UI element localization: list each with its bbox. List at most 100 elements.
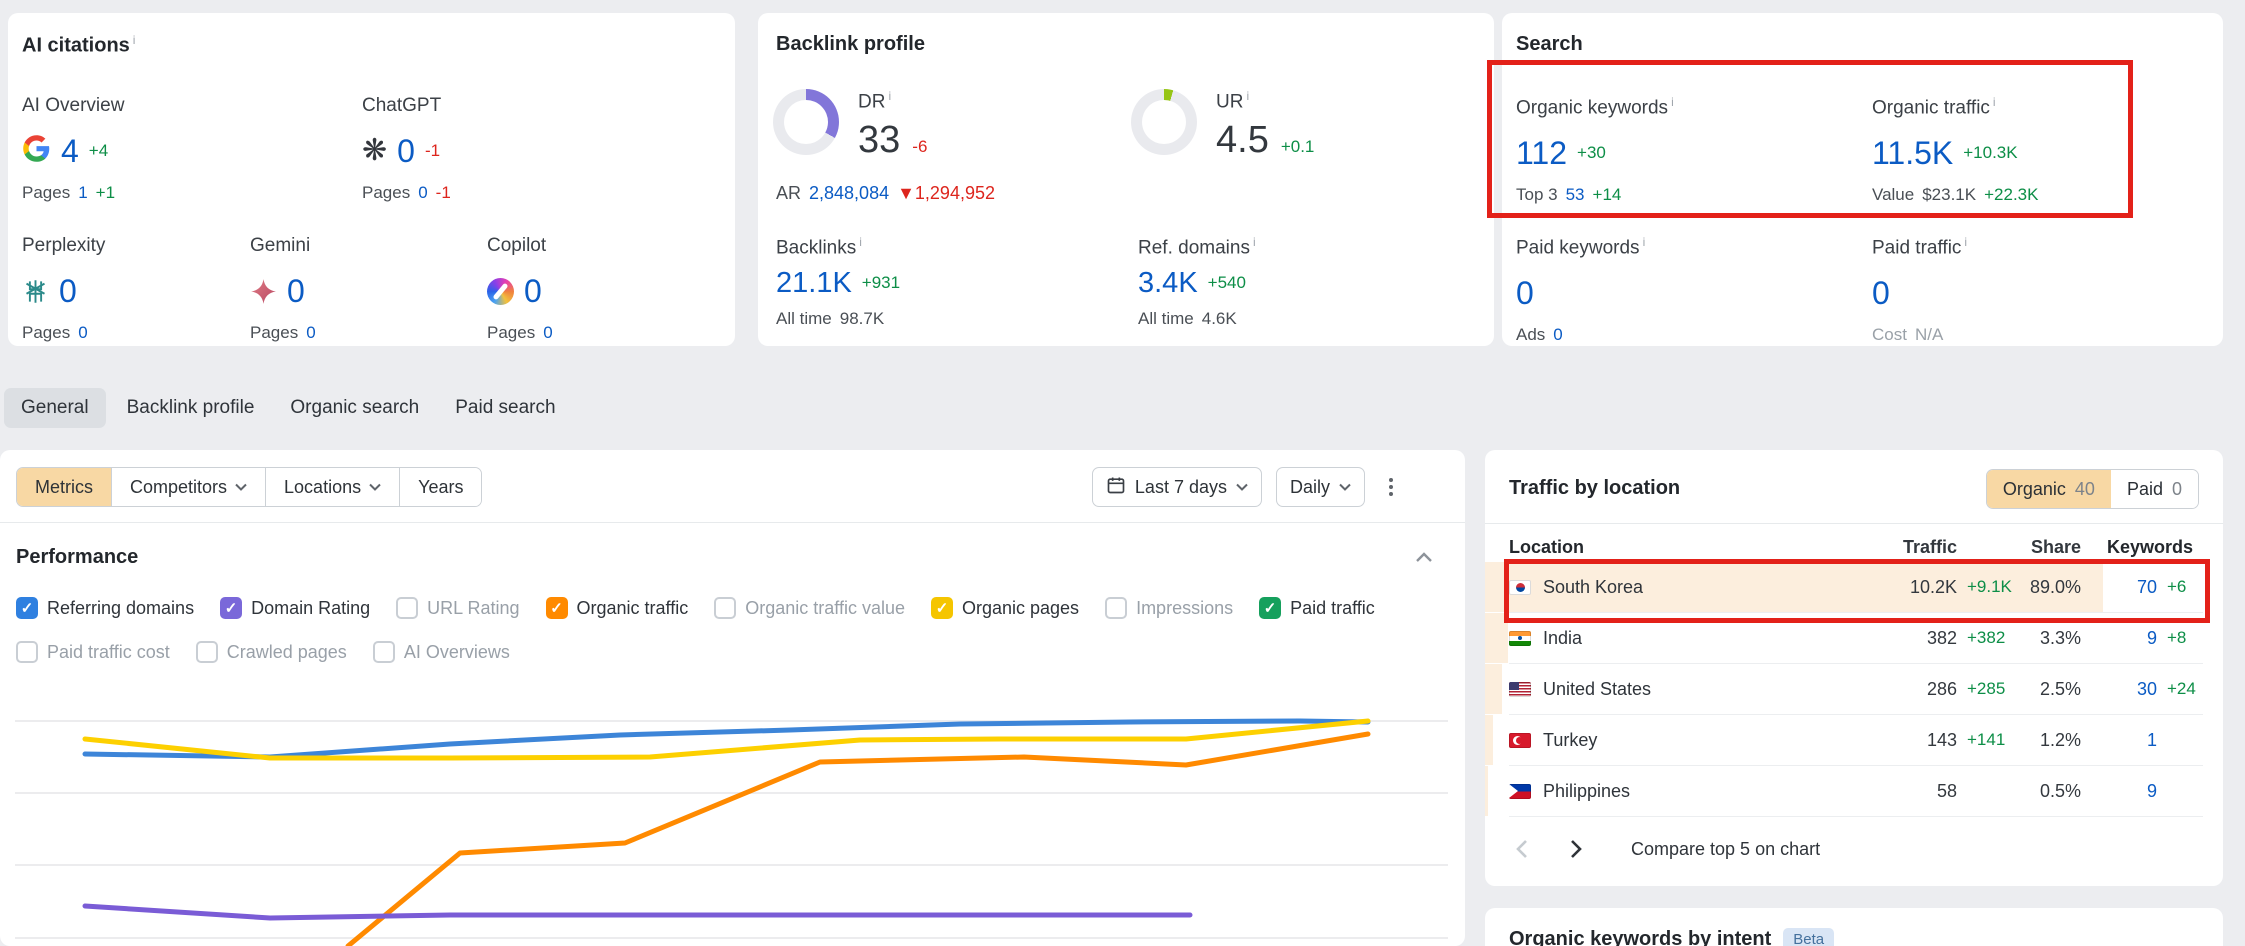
checkbox-crawled-pages[interactable]: Crawled pages [196, 641, 347, 663]
table-row-philippines[interactable]: Philippines 58 0.5% 9 [1509, 766, 2203, 817]
location-table-header: Location Traffic Share Keywords [1509, 532, 2203, 562]
chevron-down-icon [369, 483, 381, 491]
info-icon[interactable]: i [1671, 95, 1674, 109]
more-options-kebab-icon[interactable] [1379, 472, 1403, 502]
checkbox-icon [16, 641, 38, 663]
traffic-by-location-panel: Traffic by location Organic40 Paid0 Loca… [1485, 450, 2223, 886]
checkbox-icon [196, 641, 218, 663]
metrics-button[interactable]: Metrics [17, 468, 112, 506]
tab-general[interactable]: General [4, 388, 106, 428]
metric-checkbox-list: Referring domains Domain Rating URL Rati… [16, 586, 1375, 674]
metric-backlinks: Backlinksi 21.1K+931 All time98.7K [776, 235, 900, 329]
ur-metric: URi 4.5+0.1 [1216, 89, 1314, 162]
chatgpt-icon: ❋ [362, 136, 387, 166]
next-page-chevron-right-icon[interactable] [1564, 833, 1589, 865]
paid-keywords-value[interactable]: 0 [1516, 275, 1534, 312]
ur-gauge [1131, 89, 1197, 155]
organic-keywords-by-intent-panel: Organic keywords by intent Beta [1485, 908, 2223, 946]
divider [1485, 523, 2223, 524]
organic-traffic-value[interactable]: 11.5K [1872, 135, 1953, 172]
table-row-india[interactable]: India 382 +382 3.3% 9 +8 [1509, 613, 2203, 664]
paid-traffic-value[interactable]: 0 [1872, 275, 1890, 312]
ref-domains-value[interactable]: 3.4K [1138, 267, 1198, 300]
prev-page-chevron-left-icon[interactable] [1509, 833, 1534, 865]
ahrefs-rank-drop: ▼1,294,952 [897, 183, 995, 204]
metric-perplexity: Perplexity 0 Pages0 [22, 235, 105, 343]
backlink-profile-card: Backlink profile DRi 33-6 AR 2,848,084 ▼… [758, 13, 1494, 346]
checkbox-organic-traffic[interactable]: Organic traffic [546, 597, 689, 619]
organic-paid-toggle: Organic40 Paid0 [1986, 469, 2199, 509]
calendar-icon [1106, 475, 1126, 500]
granularity-dropdown[interactable]: Daily [1276, 467, 1365, 507]
info-icon[interactable]: i [859, 235, 862, 249]
competitors-dropdown[interactable]: Competitors [112, 468, 266, 506]
ahrefs-rank-row: AR 2,848,084 ▼1,294,952 [776, 183, 995, 204]
organic-keywords-value[interactable]: 112 [1516, 135, 1567, 172]
checkbox-icon [373, 641, 395, 663]
search-title: Search [1516, 33, 1583, 56]
info-icon[interactable]: i [888, 89, 891, 103]
traffic-by-location-title: Traffic by location [1509, 477, 1680, 500]
checkbox-referring-domains[interactable]: Referring domains [16, 597, 194, 619]
tab-paid-search[interactable]: Paid search [440, 388, 570, 428]
table-row-turkey[interactable]: Turkey 143 +141 1.2% 1 [1509, 715, 2203, 766]
collapse-chevron-up-icon[interactable] [1415, 550, 1433, 568]
chart-toolbar: Metrics Competitors Locations Years Last… [0, 450, 1465, 523]
toggle-paid[interactable]: Paid0 [2111, 470, 2198, 508]
checkbox-organic-pages[interactable]: Organic pages [931, 597, 1079, 619]
perplexity-value[interactable]: 0 [59, 273, 77, 310]
checkbox-icon [16, 597, 38, 619]
info-icon[interactable]: i [1253, 235, 1256, 249]
overview-tabs: General Backlink profile Organic search … [4, 388, 571, 428]
years-button[interactable]: Years [400, 468, 481, 506]
tab-backlink-profile[interactable]: Backlink profile [112, 388, 270, 428]
info-icon[interactable]: i [1643, 235, 1646, 249]
search-card: Search Organic keywordsi 112+30 Top 353+… [1502, 13, 2223, 346]
info-icon[interactable]: i [133, 33, 136, 47]
checkbox-paid-traffic-cost[interactable]: Paid traffic cost [16, 641, 170, 663]
compare-top5-link[interactable]: Compare top 5 on chart [1631, 839, 1820, 860]
share-bar [1485, 715, 1493, 765]
info-icon[interactable]: i [1993, 95, 1996, 109]
metric-paid-traffic: Paid traffici 0 CostN/A [1872, 235, 1967, 345]
chatgpt-value[interactable]: 0 [397, 133, 415, 170]
intent-panel-title: Organic keywords by intent Beta [1509, 928, 1834, 946]
metric-ref-domains: Ref. domainsi 3.4K+540 All time4.6K [1138, 235, 1256, 329]
checkbox-ai-overviews[interactable]: AI Overviews [373, 641, 510, 663]
copilot-value[interactable]: 0 [524, 273, 542, 310]
ahrefs-rank-value[interactable]: 2,848,084 [809, 183, 889, 204]
flag-turkey-icon [1509, 733, 1531, 748]
location-pagination: Compare top 5 on chart [1509, 824, 1820, 874]
ai-overview-diff: +4 [89, 141, 108, 161]
locations-dropdown[interactable]: Locations [266, 468, 400, 506]
backlinks-value[interactable]: 21.1K [776, 267, 852, 300]
checkbox-domain-rating[interactable]: Domain Rating [220, 597, 370, 619]
metric-chatgpt: ChatGPT ❋ 0 -1 Pages0-1 [362, 95, 451, 203]
flag-united-states-icon [1509, 682, 1531, 697]
google-icon [22, 134, 51, 168]
checkbox-icon [1259, 597, 1281, 619]
toggle-organic[interactable]: Organic40 [1987, 470, 2111, 508]
metric-organic-traffic: Organic traffici 11.5K+10.3K Value$23.1K… [1872, 95, 2038, 205]
checkbox-impressions[interactable]: Impressions [1105, 597, 1233, 619]
table-row-united-states[interactable]: United States 286 +285 2.5% 30 +24 [1509, 664, 2203, 715]
info-icon[interactable]: i [1246, 89, 1249, 103]
performance-panel: Metrics Competitors Locations Years Last… [0, 450, 1465, 946]
share-bar [1485, 664, 1502, 714]
date-range-dropdown[interactable]: Last 7 days [1092, 467, 1262, 507]
dr-metric: DRi 33-6 [858, 89, 927, 162]
info-icon[interactable]: i [1964, 235, 1967, 249]
location-table: South Korea 10.2K +9.1K 89.0% 70 +6 Indi… [1485, 562, 2223, 817]
checkbox-paid-traffic[interactable]: Paid traffic [1259, 597, 1375, 619]
chart-settings-group: Metrics Competitors Locations Years [16, 467, 482, 507]
ai-overview-value[interactable]: 4 [61, 133, 79, 170]
gemini-value[interactable]: 0 [287, 273, 305, 310]
performance-line-chart[interactable] [0, 690, 1465, 946]
metric-organic-keywords: Organic keywordsi 112+30 Top 353+14 [1516, 95, 1674, 205]
flag-south-korea-icon [1509, 580, 1531, 595]
dr-value: 33 [858, 119, 900, 162]
tab-organic-search[interactable]: Organic search [275, 388, 434, 428]
checkbox-organic-traffic-value[interactable]: Organic traffic value [714, 597, 905, 619]
table-row-south-korea[interactable]: South Korea 10.2K +9.1K 89.0% 70 +6 [1509, 562, 2203, 613]
checkbox-url-rating[interactable]: URL Rating [396, 597, 519, 619]
